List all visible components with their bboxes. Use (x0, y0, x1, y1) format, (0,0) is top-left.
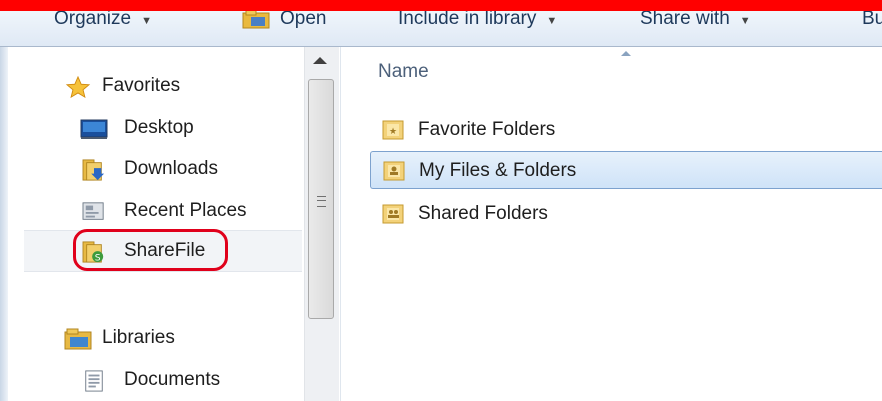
file-name: My Files & Folders (419, 160, 577, 181)
libraries-label: Libraries (102, 327, 175, 348)
chevron-down-icon: ▼ (546, 15, 558, 27)
file-name: Shared Folders (418, 203, 548, 224)
red-highlight-bar (0, 0, 882, 11)
file-row-shared-folders[interactable]: Shared Folders (370, 195, 882, 233)
favorites-label: Favorites (102, 75, 181, 96)
share-with-label: Share with (640, 8, 730, 29)
star-icon (65, 76, 91, 98)
desktop-icon (80, 119, 108, 139)
organize-label: Organize (54, 8, 132, 29)
documents-icon (85, 370, 103, 392)
column-header-name[interactable]: Name (378, 61, 429, 83)
open-label: Open (280, 8, 327, 29)
svg-text:★: ★ (389, 127, 397, 137)
downloads-folder-icon (82, 159, 105, 181)
file-row-my-files-and-folders[interactable]: My Files & Folders (370, 151, 882, 189)
folder-star-icon: ★ (382, 120, 404, 140)
sort-ascending-icon (621, 51, 631, 56)
chevron-down-icon: ▼ (141, 15, 152, 27)
nav-scrollbar[interactable] (304, 47, 339, 401)
sharefile-highlight-ring (73, 229, 228, 271)
scrollbar-thumb[interactable] (308, 79, 334, 319)
sidebar-item-label: Documents (124, 369, 221, 390)
file-row-favorite-folders[interactable]: ★ Favorite Folders (370, 111, 882, 149)
include-in-library-label: Include in library (398, 8, 537, 29)
folder-shared-icon (382, 204, 404, 224)
folder-person-icon (383, 161, 405, 181)
file-list-pane: Name ★ Favorite Folders My Files & Folde… (340, 47, 882, 401)
sidebar-item-label: Recent Places (124, 200, 247, 221)
chevron-down-icon: ▼ (739, 15, 751, 27)
burn-label: Bu (862, 8, 882, 29)
file-name: Favorite Folders (418, 119, 556, 140)
sidebar-item-label: Downloads (124, 158, 218, 179)
open-folder-icon (242, 9, 270, 29)
libraries-icon (64, 328, 92, 350)
scroll-up-arrow-icon[interactable] (313, 57, 327, 64)
recent-places-icon (82, 202, 104, 220)
sidebar-item-label: Desktop (124, 117, 194, 138)
nav-pane-edge (0, 47, 8, 401)
grip-icon (317, 196, 326, 207)
